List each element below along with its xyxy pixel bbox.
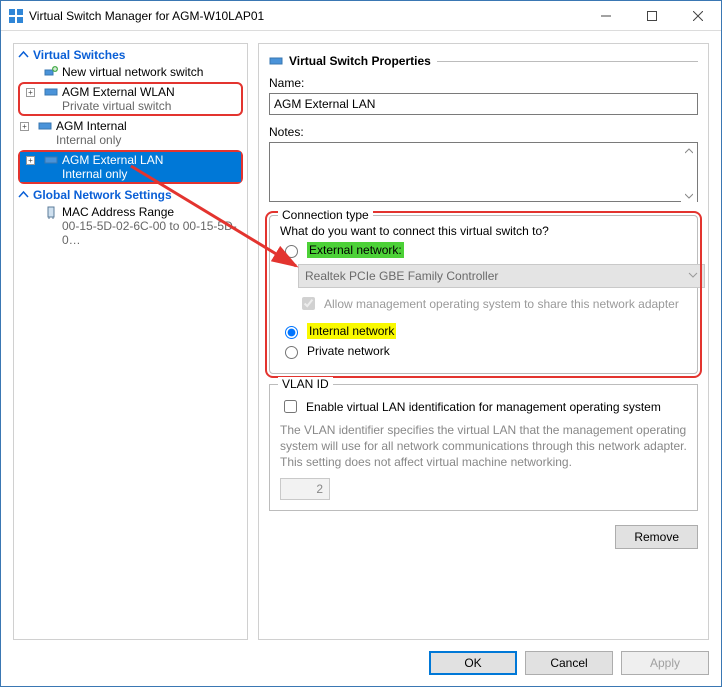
titlebar: Virtual Switch Manager for AGM-W10LAP01: [1, 1, 721, 31]
section-title-text: Virtual Switch Properties: [289, 54, 431, 68]
cancel-button[interactable]: Cancel: [525, 651, 613, 675]
ok-button[interactable]: OK: [429, 651, 517, 675]
name-input[interactable]: [269, 93, 698, 115]
connection-type-group: Connection type What do you want to conn…: [269, 215, 698, 374]
tree-item-label: New virtual network switch: [62, 65, 203, 79]
tree-item-internal[interactable]: + AGM Internal Internal only: [14, 118, 247, 148]
window-title: Virtual Switch Manager for AGM-W10LAP01: [29, 9, 583, 23]
notes-input[interactable]: [269, 142, 698, 202]
radio-private-row[interactable]: Private network: [280, 343, 687, 359]
switch-icon: [269, 54, 283, 68]
tree-item-label: AGM External LAN: [62, 153, 163, 167]
switch-icon: [44, 85, 58, 99]
radio-external[interactable]: [285, 245, 298, 258]
window-controls: [583, 1, 721, 30]
section-header: Virtual Switch Properties: [269, 54, 698, 68]
chevron-down-icon: [688, 269, 698, 283]
tree-item-mac-range[interactable]: MAC Address Range 00-15-5D-02-6C-00 to 0…: [14, 204, 247, 248]
expand-icon[interactable]: +: [26, 88, 35, 97]
scroll-down-icon[interactable]: [681, 188, 697, 204]
radio-internal[interactable]: [285, 326, 298, 339]
vlan-id-input: [280, 478, 330, 500]
expand-icon[interactable]: +: [26, 156, 35, 165]
tree-item-sub: 00-15-5D-02-6C-00 to 00-15-5D-0…: [62, 219, 243, 247]
expand-icon[interactable]: +: [20, 122, 29, 131]
switch-icon: [44, 153, 58, 167]
radio-internal-label[interactable]: Internal network: [307, 323, 396, 339]
tree-item-sub: Private virtual switch: [62, 99, 175, 113]
radio-external-row[interactable]: External network:: [280, 242, 687, 258]
window: Virtual Switch Manager for AGM-W10LAP01 …: [0, 0, 722, 687]
radio-internal-row[interactable]: Internal network: [280, 323, 687, 339]
app-icon: [9, 9, 23, 23]
tree-header-global[interactable]: Global Network Settings: [14, 186, 247, 204]
switch-icon: [38, 119, 52, 133]
radio-external-label[interactable]: External network:: [307, 242, 404, 258]
tree-item-new-switch[interactable]: New virtual network switch: [14, 64, 247, 80]
tree-item-sub: Internal only: [62, 167, 163, 181]
tree-header-label: Virtual Switches: [33, 48, 125, 62]
properties-pane: Virtual Switch Properties Name: Notes: C…: [258, 43, 709, 640]
remove-button[interactable]: Remove: [615, 525, 698, 549]
connection-question: What do you want to connect this virtual…: [280, 224, 687, 238]
dialog-footer: OK Cancel Apply: [1, 640, 721, 686]
dialog-body: Virtual Switches New virtual network swi…: [1, 31, 721, 640]
adapter-select: Realtek PCIe GBE Family Controller: [298, 264, 705, 288]
maximize-button[interactable]: [629, 1, 675, 30]
allow-mgmt-label: Allow management operating system to sha…: [324, 297, 679, 311]
radio-private-label[interactable]: Private network: [307, 344, 390, 358]
tree-item-sub: Internal only: [56, 133, 127, 147]
vlan-description: The VLAN identifier specifies the virtua…: [280, 422, 687, 470]
switch-add-icon: [44, 65, 58, 79]
collapse-icon: [18, 190, 29, 201]
vlan-group: VLAN ID Enable virtual LAN identificatio…: [269, 384, 698, 511]
allow-mgmt-row: Allow management operating system to sha…: [298, 294, 687, 313]
tree-header-switches[interactable]: Virtual Switches: [14, 46, 247, 64]
tree-header-label: Global Network Settings: [33, 188, 172, 202]
tree-item-external-wlan[interactable]: + AGM External WLAN Private virtual swit…: [18, 82, 243, 116]
tree-item-label: AGM External WLAN: [62, 85, 175, 99]
vlan-enable-checkbox[interactable]: [284, 400, 297, 413]
nic-icon: [44, 205, 58, 219]
collapse-icon: [18, 50, 29, 61]
minimize-button[interactable]: [583, 1, 629, 30]
tree-item-label: AGM Internal: [56, 119, 127, 133]
allow-mgmt-checkbox: [302, 297, 315, 310]
close-button[interactable]: [675, 1, 721, 30]
adapter-selected: Realtek PCIe GBE Family Controller: [305, 269, 498, 283]
vlan-enable-row[interactable]: Enable virtual LAN identification for ma…: [280, 397, 687, 416]
tree-item-label: MAC Address Range: [62, 205, 243, 219]
apply-button[interactable]: Apply: [621, 651, 709, 675]
tree-item-external-lan[interactable]: + AGM External LAN Internal only: [20, 152, 241, 182]
notes-label: Notes:: [269, 125, 698, 139]
group-title: Connection type: [278, 208, 373, 222]
vlan-enable-label[interactable]: Enable virtual LAN identification for ma…: [306, 400, 661, 414]
radio-private[interactable]: [285, 346, 298, 359]
name-label: Name:: [269, 76, 698, 90]
group-title: VLAN ID: [278, 377, 333, 391]
tree-pane: Virtual Switches New virtual network swi…: [13, 43, 248, 640]
scroll-up-icon[interactable]: [681, 143, 697, 159]
